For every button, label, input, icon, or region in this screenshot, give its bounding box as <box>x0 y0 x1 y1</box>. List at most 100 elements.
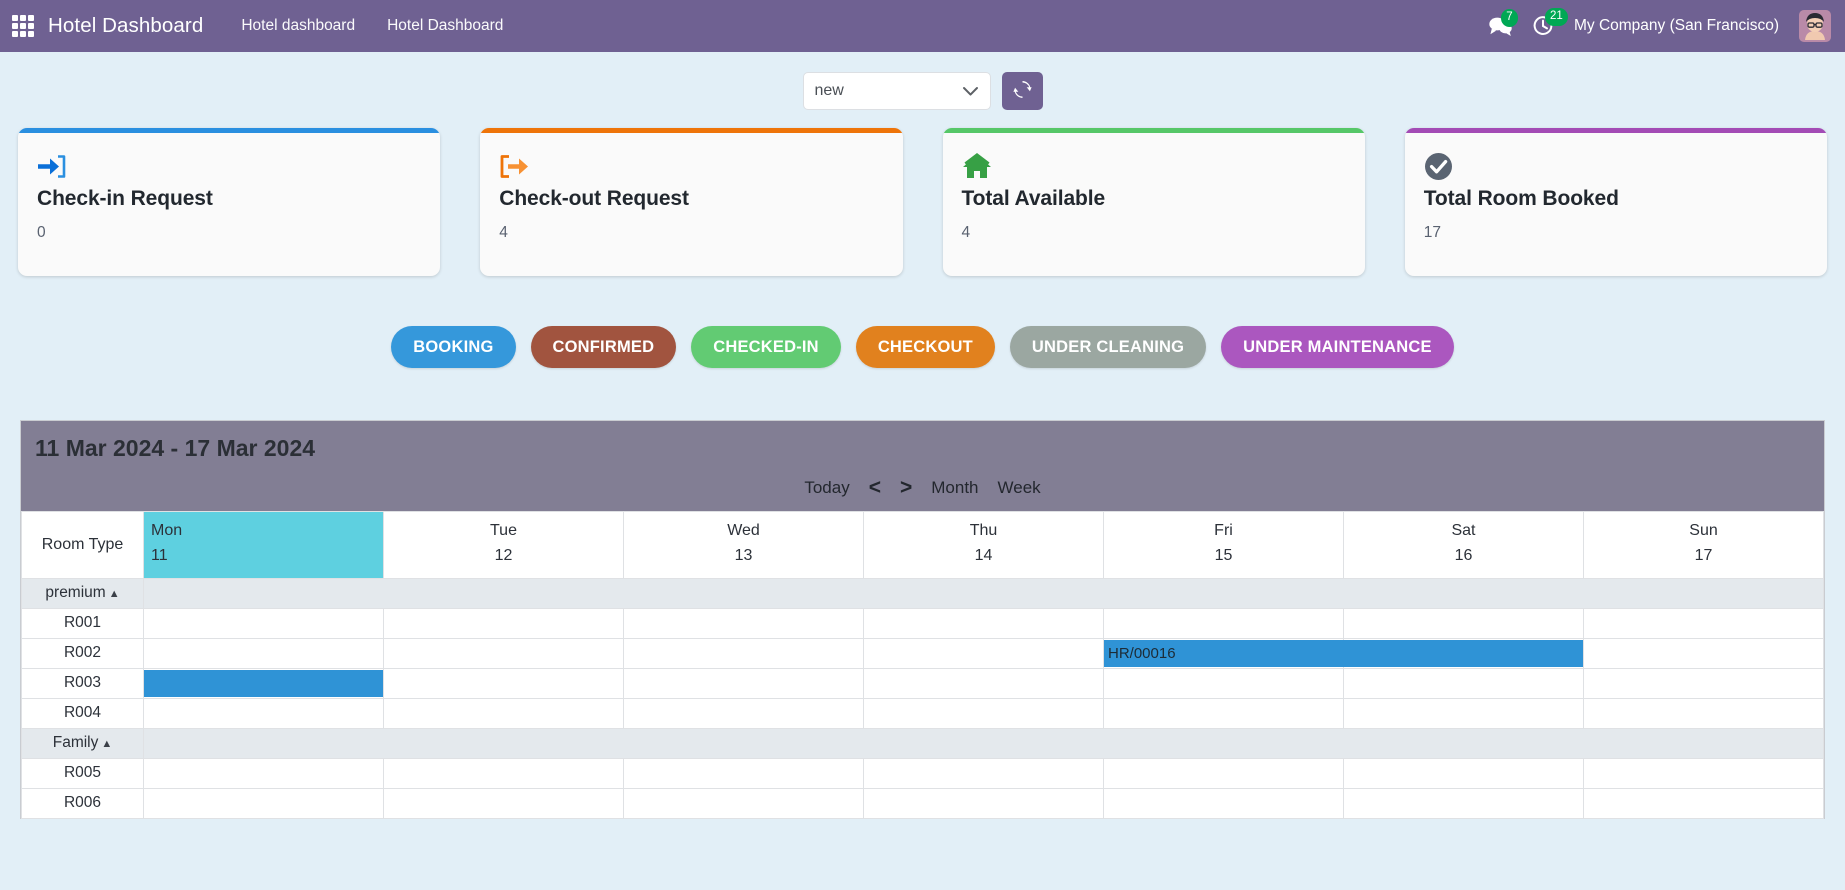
calendar-day-cell[interactable] <box>1583 607 1824 639</box>
status-filter-select[interactable]: new <box>802 72 991 110</box>
calendar-day-cell[interactable] <box>1583 757 1824 789</box>
app-brand-title[interactable]: Hotel Dashboard <box>48 14 203 38</box>
calendar-day-cell[interactable] <box>1343 697 1584 729</box>
room-label: R003 <box>21 667 144 699</box>
calendar-day-cell[interactable] <box>1103 667 1344 699</box>
calendar-day-cell[interactable] <box>1583 637 1824 669</box>
pill-checkout[interactable]: CHECKOUT <box>855 326 995 368</box>
home-icon <box>962 149 1365 183</box>
room-type-group-row[interactable]: premium ▲ <box>21 577 1824 609</box>
pill-under-cleaning[interactable]: UNDER CLEANING <box>1009 326 1207 368</box>
kpi-card-total-available[interactable]: Total Available 4 <box>942 128 1365 276</box>
calendar-day-cell[interactable] <box>863 667 1104 699</box>
calendar-day-cell[interactable] <box>623 637 864 669</box>
calendar-day-cell[interactable] <box>1103 757 1344 789</box>
chevron-down-icon <box>962 86 979 97</box>
calendar-header: 11 Mar 2024 - 17 Mar 2024 Today < > Mont… <box>21 421 1824 511</box>
nav-link-hotel-dashboard-page[interactable]: Hotel Dashboard <box>387 17 503 35</box>
kpi-title: Total Room Booked <box>1423 187 1619 210</box>
nav-link-hotel-dashboard-menu[interactable]: Hotel dashboard <box>241 17 355 35</box>
calendar-day-cell[interactable] <box>863 787 1104 819</box>
room-type-group-row[interactable]: Family ▲ <box>21 727 1824 759</box>
calendar-day-cell[interactable] <box>143 757 384 789</box>
calendar-day-cell[interactable] <box>623 667 864 699</box>
collapse-caret-icon: ▲ <box>101 738 113 751</box>
calendar-day-cell[interactable] <box>1343 667 1584 699</box>
next-period-button[interactable]: > <box>900 476 912 500</box>
kpi-card-total-room-booked[interactable]: Total Room Booked 17 <box>1404 128 1827 276</box>
calendar-day-cell[interactable] <box>623 757 864 789</box>
booking-calendar: 11 Mar 2024 - 17 Mar 2024 Today < > Mont… <box>20 420 1825 819</box>
pill-checked-in[interactable]: CHECKED-IN <box>691 326 841 368</box>
calendar-day-cell[interactable]: HR/00016 <box>1103 637 1583 669</box>
status-filter-value: new <box>814 82 844 99</box>
booking-event[interactable]: HR/00016 <box>1104 639 1583 667</box>
calendar-day-cell[interactable] <box>623 697 864 729</box>
day-column-header-wed: Wed 13 <box>623 511 864 579</box>
filter-toolbar: new <box>0 52 1845 110</box>
room-row: R002 HR/00016 <box>21 637 1824 669</box>
messages-icon[interactable]: 7 <box>1488 8 1518 37</box>
kpi-card-check-in-request[interactable]: Check-in Request 0 <box>18 128 441 276</box>
room-type-group-label[interactable]: premium ▲ <box>21 577 144 609</box>
pill-confirmed[interactable]: CONFIRMED <box>530 326 677 368</box>
calendar-day-cell[interactable] <box>863 637 1104 669</box>
calendar-day-cell[interactable] <box>1583 787 1824 819</box>
clock-activity-icon[interactable]: 21 <box>1532 8 1568 37</box>
calendar-day-cell[interactable] <box>383 787 624 819</box>
kpi-card-row: Check-in Request 0 Check-out Request 4 T… <box>0 110 1845 276</box>
kpi-card-check-out-request[interactable]: Check-out Request 4 <box>480 128 903 276</box>
calendar-day-cell[interactable] <box>623 607 864 639</box>
prev-period-button[interactable]: < <box>869 476 881 500</box>
calendar-day-cell[interactable] <box>1343 787 1584 819</box>
month-view-button[interactable]: Month <box>931 478 978 498</box>
kpi-title: Check-out Request <box>499 187 689 210</box>
day-number: 17 <box>1694 546 1713 564</box>
room-type-column-header: Room Type <box>21 511 144 579</box>
week-view-button[interactable]: Week <box>998 478 1041 498</box>
kpi-title: Check-in Request <box>37 187 213 210</box>
calendar-day-cell[interactable] <box>623 787 864 819</box>
pill-booking[interactable]: BOOKING <box>391 326 516 368</box>
calendar-day-cell[interactable] <box>1583 667 1824 699</box>
calendar-day-cell[interactable] <box>1583 697 1824 729</box>
room-label: R006 <box>21 787 144 819</box>
status-filter-pills: BOOKING CONFIRMED CHECKED-IN CHECKOUT UN… <box>0 326 1845 368</box>
calendar-grid: Room Type Mon 11 Tue 12 Wed 13 Thu 14 Fri 15 Sat 16 S… <box>21 511 1824 819</box>
user-avatar[interactable] <box>1799 10 1831 42</box>
calendar-day-cell[interactable] <box>1103 787 1344 819</box>
calendar-day-cell[interactable] <box>383 697 624 729</box>
calendar-day-cell[interactable] <box>1103 607 1344 639</box>
calendar-day-cell[interactable] <box>143 697 384 729</box>
pill-under-maintenance[interactable]: UNDER MAINTENANCE <box>1221 326 1454 368</box>
calendar-day-cell[interactable] <box>383 607 624 639</box>
calendar-day-cell[interactable] <box>863 757 1104 789</box>
apps-grid-icon[interactable] <box>10 13 36 39</box>
company-selector[interactable]: My Company (San Francisco) <box>1574 17 1779 35</box>
calendar-day-cell[interactable] <box>143 667 384 699</box>
calendar-day-cell[interactable] <box>863 607 1104 639</box>
booking-event[interactable] <box>144 669 383 697</box>
navbar-right-group: 7 21 My Company (San Francisco) <box>1488 8 1831 42</box>
today-button[interactable]: Today <box>804 478 849 498</box>
calendar-day-cell[interactable] <box>143 637 384 669</box>
dashboard-page: new Check-in Request 0 Check-out Request… <box>0 52 1845 890</box>
room-type-group-spacer <box>143 727 1824 759</box>
room-row: R003 <box>21 667 1824 699</box>
calendar-day-cell[interactable] <box>1103 697 1344 729</box>
room-type-group-label[interactable]: Family ▲ <box>21 727 144 759</box>
calendar-day-cell[interactable] <box>1343 607 1584 639</box>
calendar-day-cell[interactable] <box>143 787 384 819</box>
room-label: R004 <box>21 697 144 729</box>
calendar-day-cell[interactable] <box>383 757 624 789</box>
calendar-day-cell[interactable] <box>383 667 624 699</box>
calendar-day-cell[interactable] <box>1343 757 1584 789</box>
refresh-button[interactable] <box>1001 72 1043 110</box>
check-circle-icon <box>1424 149 1827 183</box>
kpi-title: Total Available <box>961 187 1106 210</box>
calendar-day-cell[interactable] <box>383 637 624 669</box>
day-number: 14 <box>974 546 993 564</box>
calendar-day-cell[interactable] <box>143 607 384 639</box>
day-column-header-mon: Mon 11 <box>143 511 384 579</box>
calendar-day-cell[interactable] <box>863 697 1104 729</box>
